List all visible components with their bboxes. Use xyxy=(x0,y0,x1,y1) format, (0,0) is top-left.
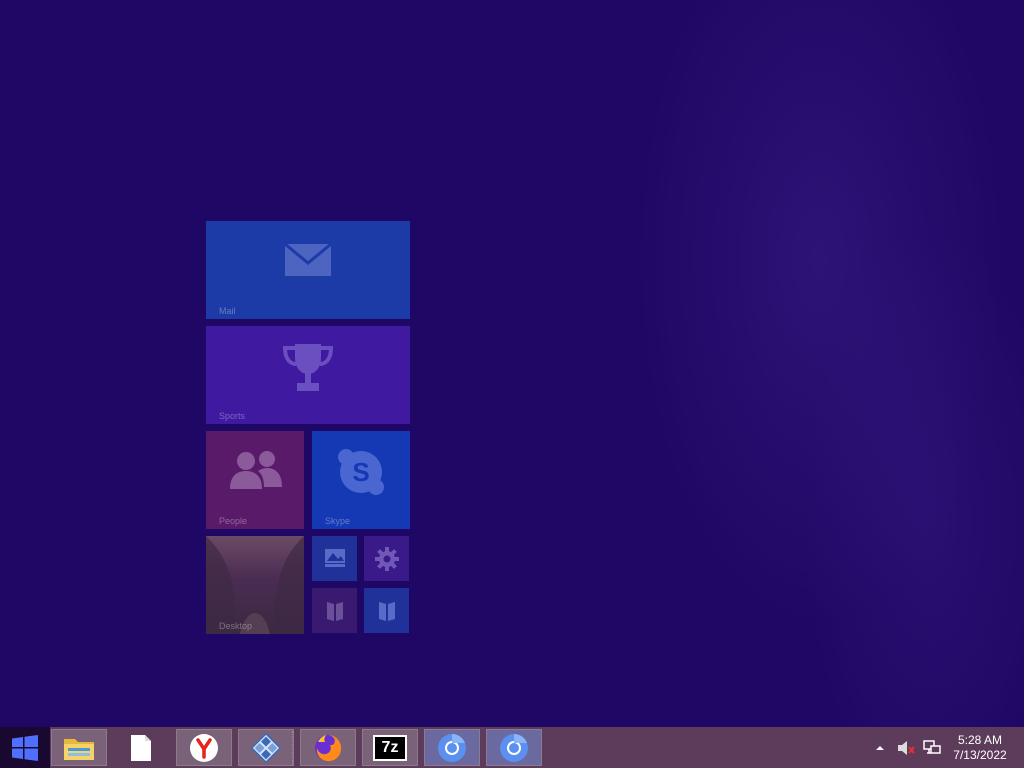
yandex-icon xyxy=(190,733,218,762)
taskbar-chromium-1[interactable] xyxy=(424,729,480,766)
folder-icon xyxy=(64,738,94,760)
tile-mail[interactable]: Mail xyxy=(206,221,410,319)
network-icon[interactable] xyxy=(922,739,942,757)
tile-sports[interactable]: Sports xyxy=(206,326,410,424)
photo-icon xyxy=(325,549,345,567)
tile-skype-label: Skype xyxy=(325,516,351,526)
taskbar-chromium-2[interactable] xyxy=(486,729,542,766)
desktop-background: Mail Sports People S Skype Desktop xyxy=(0,0,1024,727)
taskbar-file-explorer[interactable] xyxy=(51,729,107,766)
clock-date: 7/13/2022 xyxy=(953,748,1007,762)
tile-people-label: People xyxy=(219,516,248,526)
people-icon xyxy=(230,451,282,489)
diamond-grid-icon xyxy=(250,732,282,763)
document-icon xyxy=(131,734,151,761)
taskbar-blank-document[interactable] xyxy=(113,729,169,766)
taskbar-network-app[interactable] xyxy=(238,729,294,766)
tile-sports-label: Sports xyxy=(219,411,246,421)
chevron-up-icon[interactable] xyxy=(872,740,888,756)
7zip-icon-text: 7z xyxy=(381,738,399,756)
tile-people[interactable]: People xyxy=(206,431,304,529)
skype-icon: S xyxy=(338,449,384,495)
book-icon xyxy=(379,602,395,621)
chromium-icon xyxy=(500,733,528,762)
tile-desktop-label: Desktop xyxy=(219,621,253,631)
start-button[interactable] xyxy=(0,727,50,768)
tile-small-reader[interactable] xyxy=(312,588,357,633)
taskbar-7zip[interactable]: 7z xyxy=(362,729,418,766)
tile-small-reader-2[interactable] xyxy=(364,588,409,633)
tile-skype[interactable]: S Skype xyxy=(312,431,410,529)
tile-small-settings[interactable] xyxy=(364,536,409,581)
desktop-wallpaper-thumbnail xyxy=(206,536,304,634)
chromium-icon xyxy=(438,733,466,762)
firefox-icon xyxy=(315,734,342,761)
svg-text:S: S xyxy=(352,457,369,487)
volume-muted-icon[interactable] xyxy=(896,739,916,757)
tile-desktop[interactable]: Desktop xyxy=(206,536,304,634)
tile-small-store[interactable] xyxy=(312,536,357,581)
trophy-icon xyxy=(282,344,334,391)
taskbar-separator xyxy=(292,731,295,765)
clock-time: 5:28 AM xyxy=(957,733,1003,747)
gear-icon xyxy=(375,547,399,571)
mail-icon xyxy=(284,243,332,276)
taskbar: 7z 5:28 AM 7/13/2022 xyxy=(0,727,1024,768)
taskbar-yandex-browser[interactable] xyxy=(176,729,232,766)
windows-logo-icon xyxy=(12,734,38,761)
system-tray xyxy=(872,727,942,768)
taskbar-clock[interactable]: 5:28 AM 7/13/2022 xyxy=(940,733,1020,763)
7zip-icon: 7z xyxy=(373,734,407,761)
book-icon xyxy=(327,602,343,621)
tile-mail-label: Mail xyxy=(219,306,236,316)
taskbar-firefox[interactable] xyxy=(300,729,356,766)
